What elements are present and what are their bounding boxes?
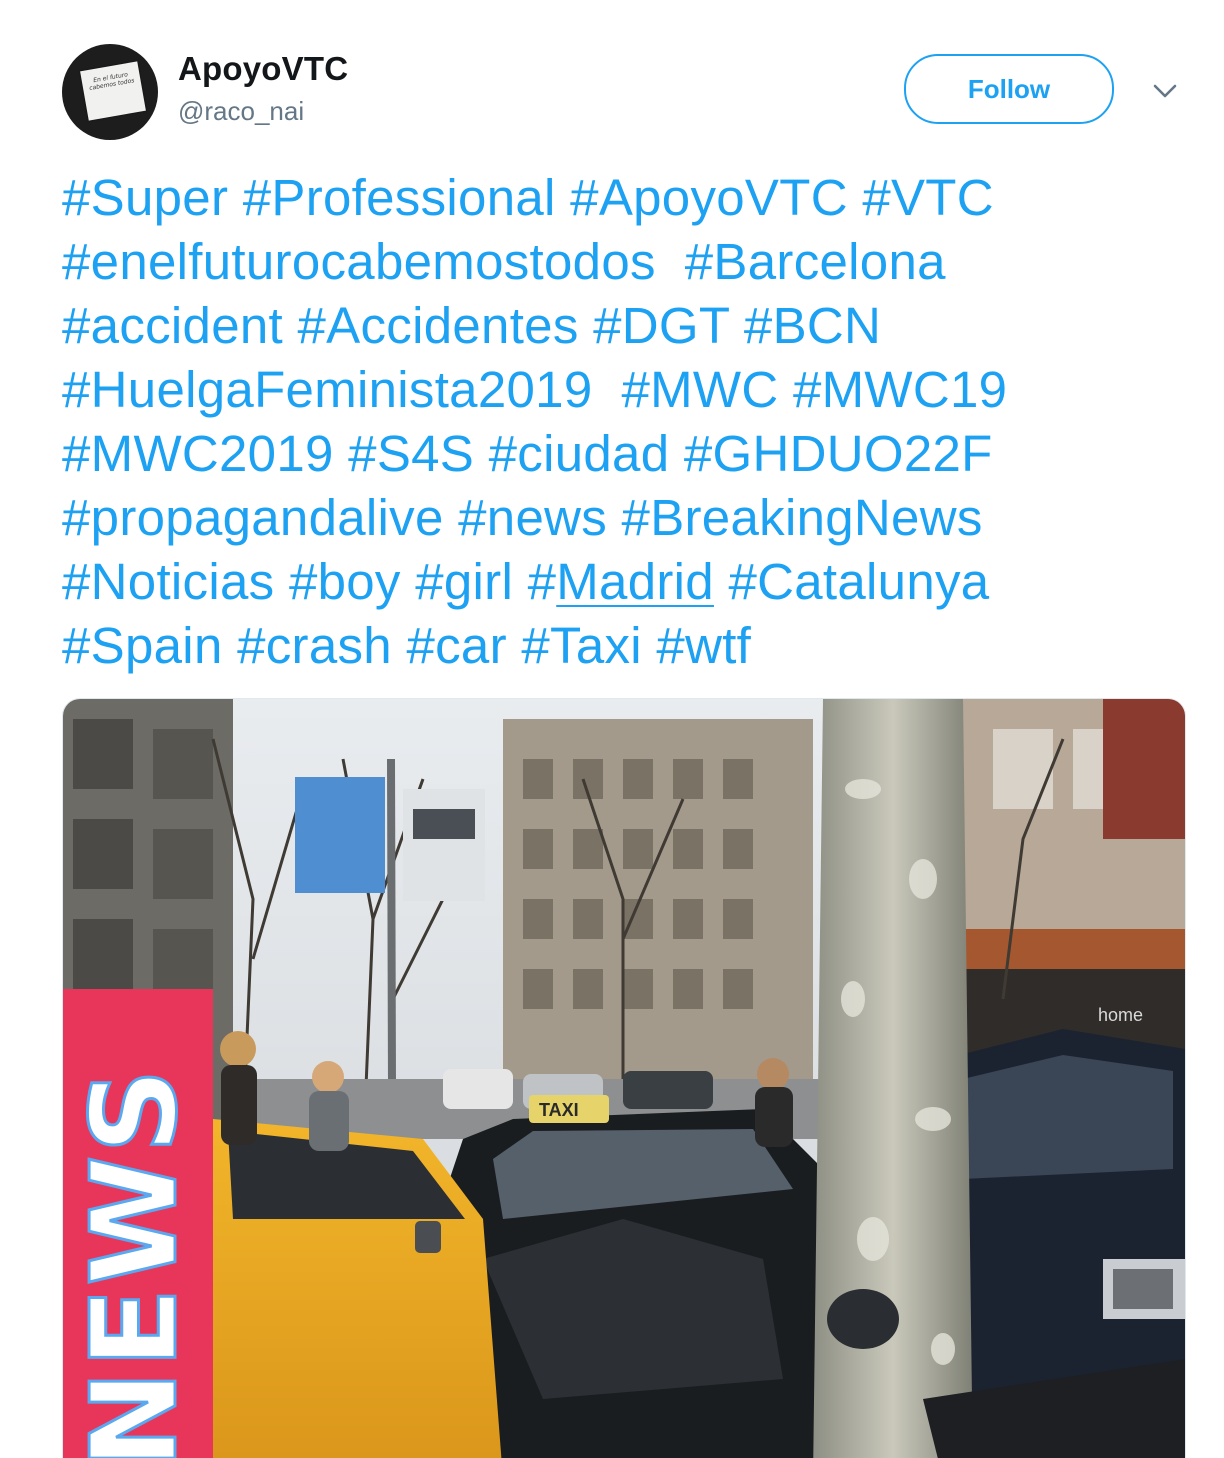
news-overlay-text: NEWS [65, 1066, 203, 1458]
hashtag-link[interactable]: #ApoyoVTC [570, 169, 848, 226]
photo-illustration: home TAXI NEWS [63, 699, 1185, 1458]
tweet-photo[interactable]: home TAXI NEWS [62, 698, 1186, 1458]
display-name[interactable]: ApoyoVTC [178, 50, 348, 88]
hashtag-link[interactable]: #Catalunya [728, 553, 989, 610]
storefront-sign: home [1098, 1005, 1143, 1025]
hashtag-link[interactable]: #BCN [744, 297, 881, 354]
hashtag-link[interactable]: #ciudad [489, 425, 670, 482]
hashtag-link[interactable]: #Barcelona [685, 233, 946, 290]
hashtag-link[interactable]: #Accidentes [298, 297, 579, 354]
hashtag-link[interactable]: #MWC [621, 361, 778, 418]
hashtag-link[interactable]: #wtf [656, 617, 751, 674]
hashtag-link[interactable]: #VTC [862, 169, 994, 226]
hashtag-link[interactable]: #Spain [62, 617, 223, 674]
hashtag-link-madrid[interactable]: #Madrid [528, 553, 714, 610]
hashtag-link[interactable]: #news [458, 489, 607, 546]
tweet-line: #Super #Professional #ApoyoVTC #VTC [62, 166, 1172, 230]
street-banner-white [403, 789, 485, 901]
tweet-line: #HuelgaFeminista2019 #MWC #MWC19 [62, 358, 1172, 422]
hashtag-link[interactable]: #car [406, 617, 506, 674]
hashtag-link[interactable]: #crash [237, 617, 392, 674]
hashtag-link[interactable]: #boy [289, 553, 401, 610]
tweet-text: #Super #Professional #ApoyoVTC #VTC #ene… [62, 166, 1172, 678]
taxi-sign-text: TAXI [539, 1100, 579, 1120]
hashtag-link[interactable]: #GHDUO22F [684, 425, 993, 482]
hashtag-word-hovered: Madrid [556, 553, 714, 610]
tweet-line: #Noticias #boy #girl #Madrid #Catalunya [62, 550, 1172, 614]
hashtag-link[interactable]: #Super [62, 169, 228, 226]
hashtag-link[interactable]: #accident [62, 297, 283, 354]
tweet-card: En el futuro cabemos todos ApoyoVTC @rac… [0, 0, 1224, 1458]
follow-button[interactable]: Follow [904, 54, 1114, 124]
tweet-line: #accident #Accidentes #DGT #BCN [62, 294, 1172, 358]
tweet-line: #propagandalive #news #BreakingNews [62, 486, 1172, 550]
scooter-mirror [827, 1289, 899, 1349]
hashtag-link[interactable]: #Taxi [521, 617, 642, 674]
hashtag-link[interactable]: #Noticias [62, 553, 274, 610]
street-banner-blue [295, 777, 385, 893]
hashtag-link[interactable]: #BreakingNews [622, 489, 983, 546]
tweet-line: #Spain #crash #car #Taxi #wtf [62, 614, 1172, 678]
hashtag-link[interactable]: #MWC2019 [62, 425, 334, 482]
hashtag-link[interactable]: #S4S [348, 425, 474, 482]
hashtag-link[interactable]: #MWC19 [793, 361, 1007, 418]
tweet-line: #MWC2019 #S4S #ciudad #GHDUO22F [62, 422, 1172, 486]
hashtag-link[interactable]: #HuelgaFeminista2019 [62, 361, 593, 418]
chevron-down-icon[interactable] [1148, 76, 1182, 106]
avatar[interactable]: En el futuro cabemos todos [62, 44, 158, 140]
user-handle[interactable]: @raco_nai [178, 96, 304, 127]
avatar-note-text: En el futuro cabemos todos [88, 71, 135, 93]
hashtag-symbol: # [527, 553, 557, 610]
hashtag-link[interactable]: #girl [415, 553, 513, 610]
hashtag-link[interactable]: #Professional [243, 169, 556, 226]
hashtag-link[interactable]: #enelfuturocabemostodos [62, 233, 656, 290]
tweet-line: #enelfuturocabemostodos #Barcelona [62, 230, 1172, 294]
hashtag-link[interactable]: #DGT [593, 297, 729, 354]
hashtag-link[interactable]: #propagandalive [62, 489, 444, 546]
avatar-note: En el futuro cabemos todos [80, 61, 146, 121]
